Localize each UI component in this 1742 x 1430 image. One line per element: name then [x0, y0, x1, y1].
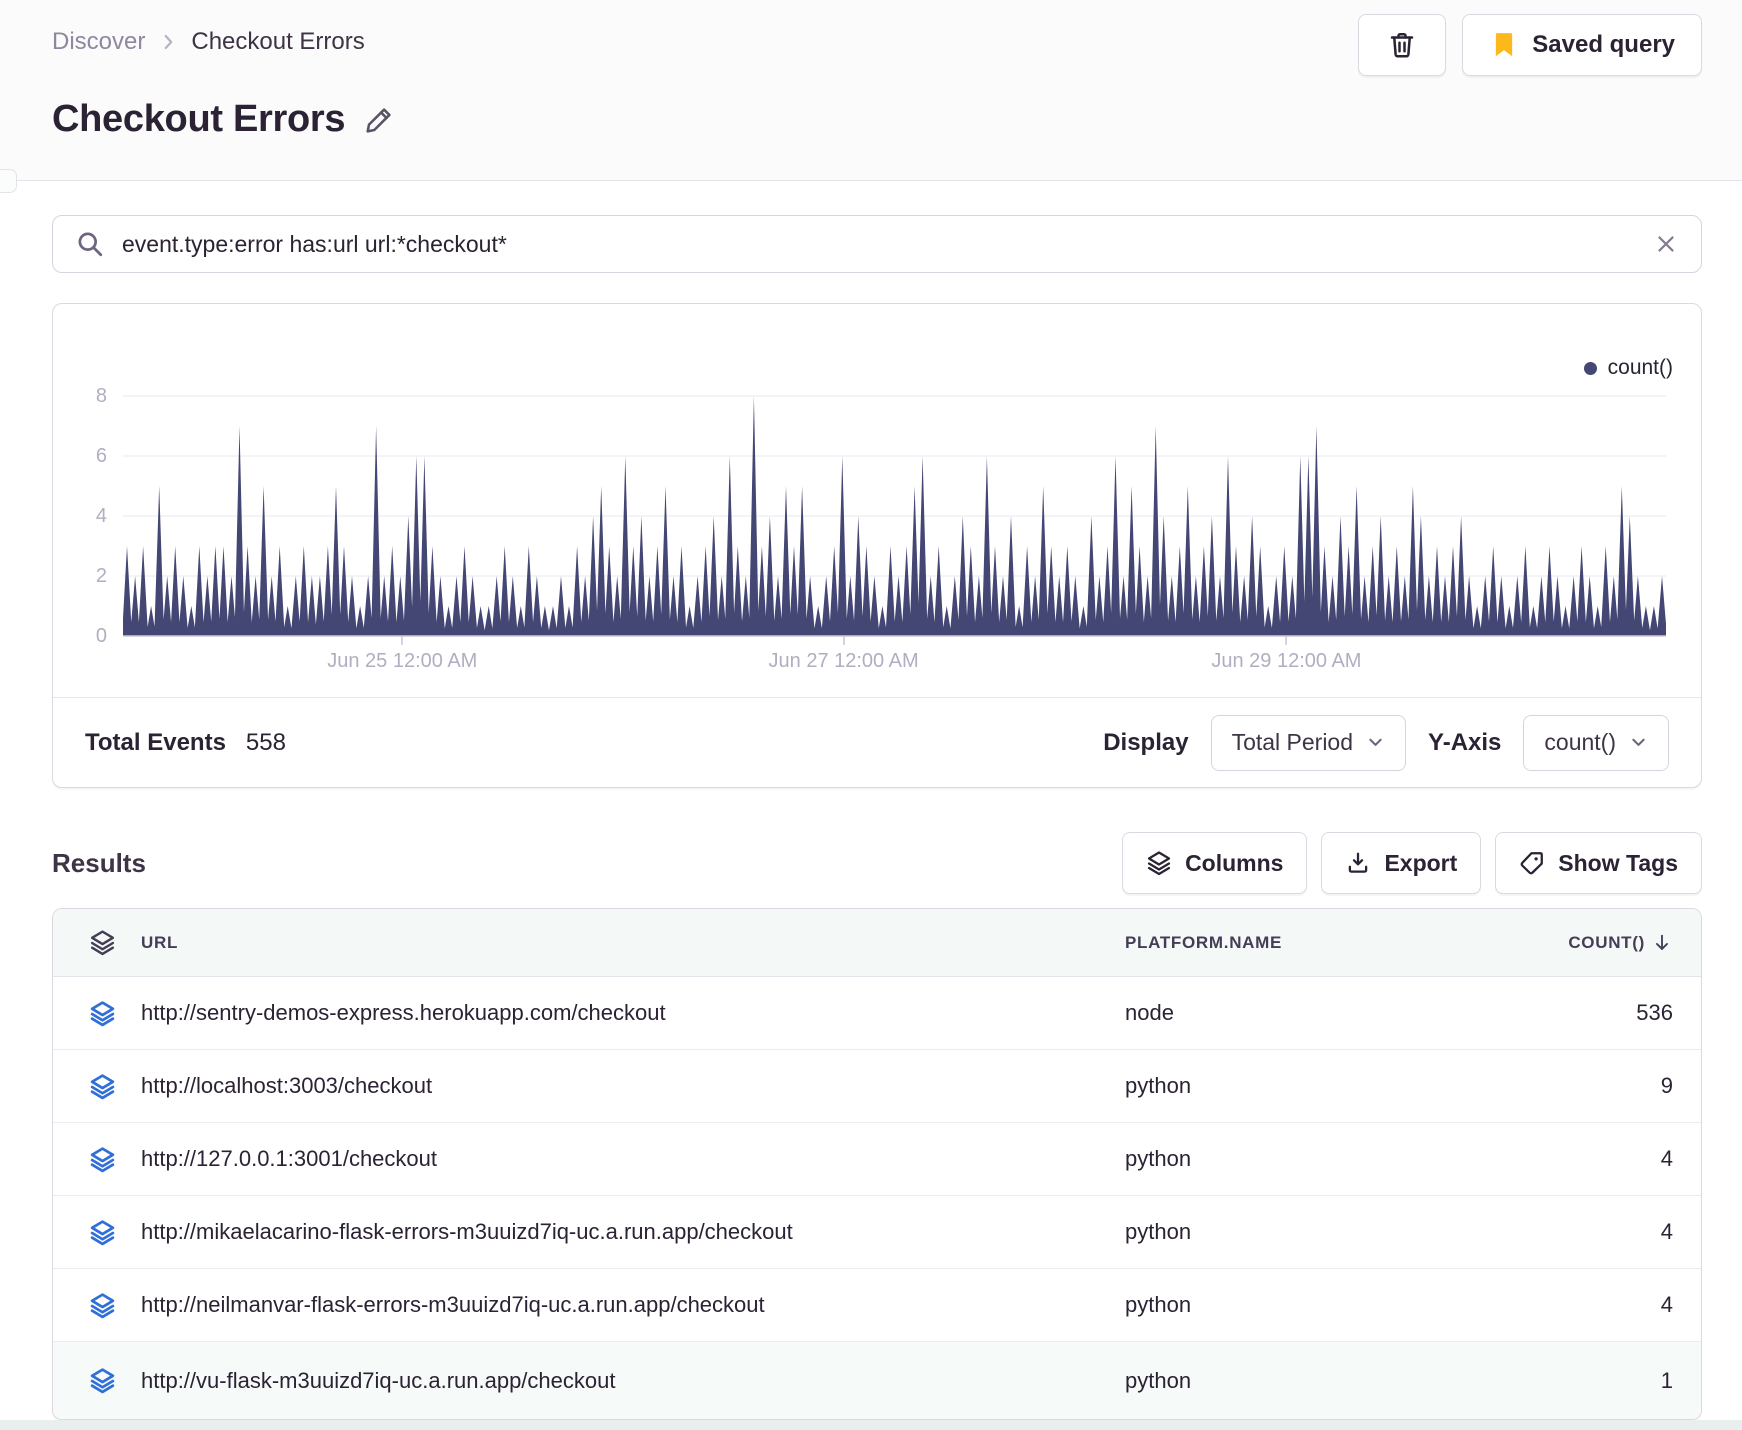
saved-query-label: Saved query — [1532, 31, 1675, 58]
bookmark-icon — [1496, 33, 1513, 57]
chevron-right-icon — [164, 34, 173, 50]
table-row: http://mikaelacarino-flask-errors-m3uuiz… — [53, 1196, 1701, 1269]
display-value: Total Period — [1231, 729, 1354, 755]
y-axis-tick-label: 8 — [95, 385, 107, 407]
display-label: Display — [1103, 728, 1189, 756]
chevron-down-icon — [1632, 738, 1645, 746]
delete-query-button[interactable] — [1358, 14, 1447, 76]
breadcrumb-current: Checkout Errors — [191, 28, 365, 55]
y-axis-tick-label: 0 — [95, 625, 107, 647]
sort-desc-arrow-icon — [1656, 934, 1668, 950]
results-heading: Results — [52, 847, 146, 878]
table-row: http://127.0.0.1:3001/checkout python 4 — [53, 1123, 1701, 1196]
header-actions: Saved query — [1358, 14, 1702, 76]
legend-dot-icon — [1583, 361, 1597, 375]
show-tags-button[interactable]: Show Tags — [1495, 832, 1702, 894]
download-icon — [1349, 852, 1368, 873]
row-url[interactable]: http://neilmanvar-flask-errors-m3uuizd7i… — [141, 1292, 1125, 1318]
page-title: Checkout Errors — [52, 98, 346, 140]
table-row: http://sentry-demos-express.herokuapp.co… — [53, 977, 1701, 1050]
search-icon — [78, 232, 103, 257]
breadcrumb: Discover Checkout Errors — [52, 28, 365, 56]
chart-canvas — [123, 395, 1666, 645]
table-header-row: URL PLATFORM.NAME COUNT() — [53, 909, 1701, 977]
row-drilldown-stack-icon[interactable] — [89, 1292, 141, 1319]
column-header-url[interactable]: URL — [141, 933, 1125, 953]
trash-icon — [1391, 33, 1414, 58]
search-input[interactable] — [120, 229, 1638, 259]
row-platform: python — [1125, 1367, 1192, 1393]
chevron-down-icon — [1369, 738, 1382, 746]
header-stack-icon[interactable] — [89, 929, 141, 956]
row-platform: python — [1125, 1219, 1192, 1244]
row-count: 4 — [1660, 1219, 1673, 1244]
row-count: 4 — [1660, 1146, 1673, 1171]
row-platform: python — [1125, 1146, 1192, 1171]
total-events-value: 558 — [245, 728, 286, 756]
events-chart-panel: count() 0 2 4 6 8 Jun 25 12:00 AM Jun 27 12:00… — [52, 303, 1702, 788]
show-tags-button-label: Show Tags — [1558, 849, 1678, 876]
export-button-label: Export — [1384, 849, 1458, 876]
sidebar-collapse-handle[interactable] — [0, 169, 17, 193]
y-axis-tick-label: 2 — [95, 565, 107, 587]
y-axis-tick-label: 4 — [95, 505, 107, 527]
table-row: http://vu-flask-m3uuizd7iq-uc.a.run.app/… — [53, 1342, 1701, 1419]
search-bar[interactable] — [52, 215, 1702, 273]
results-table: URL PLATFORM.NAME COUNT() http://sentry-… — [52, 908, 1702, 1420]
row-platform: python — [1125, 1292, 1192, 1317]
row-drilldown-stack-icon[interactable] — [89, 1367, 141, 1394]
discover-saved-query-page: Discover Checkout Errors Saved query Che… — [0, 0, 1742, 1420]
stack-layers-icon — [1147, 851, 1171, 876]
export-button[interactable]: Export — [1321, 832, 1482, 894]
row-drilldown-stack-icon[interactable] — [89, 1146, 141, 1173]
table-row: http://localhost:3003/checkout python 9 — [53, 1050, 1701, 1123]
saved-query-button[interactable]: Saved query — [1462, 14, 1702, 76]
row-count: 536 — [1636, 1000, 1673, 1025]
columns-button[interactable]: Columns — [1122, 832, 1308, 894]
columns-button-label: Columns — [1185, 849, 1284, 876]
row-count: 4 — [1660, 1292, 1673, 1317]
y-axis-select[interactable]: count() — [1523, 714, 1669, 771]
x-axis-tick-label: Jun 29 12:00 AM — [1211, 650, 1362, 672]
row-count: 9 — [1660, 1073, 1673, 1098]
display-select[interactable]: Total Period — [1210, 714, 1407, 771]
clear-search-icon[interactable] — [1653, 231, 1679, 257]
chart-footer: Total Events 558 Display Total Period Y-… — [53, 697, 1701, 787]
breadcrumb-discover[interactable]: Discover — [52, 28, 145, 56]
row-count: 1 — [1660, 1367, 1673, 1393]
chart-legend[interactable]: count() — [1583, 356, 1673, 380]
legend-label: count() — [1607, 356, 1673, 379]
x-axis-tick-label: Jun 27 12:00 AM — [768, 650, 919, 672]
results-actions: Columns Export Show Tags — [1122, 832, 1702, 894]
table-body: http://sentry-demos-express.herokuapp.co… — [53, 977, 1701, 1419]
events-chart[interactable]: 0 2 4 6 8 Jun 25 12:00 AM Jun 27 12:00 AM Jun 2… — [53, 304, 1701, 699]
page-header: Discover Checkout Errors Saved query Che… — [0, 0, 1742, 193]
y-axis-tick-label: 6 — [95, 445, 107, 467]
y-axis-label: Y-Axis — [1428, 728, 1502, 756]
row-platform: node — [1125, 1000, 1174, 1025]
x-axis-tick-label: Jun 25 12:00 AM — [327, 650, 478, 672]
row-drilldown-stack-icon[interactable] — [89, 1219, 141, 1246]
edit-title-icon[interactable] — [363, 104, 395, 136]
page-bottom-edge — [0, 1420, 1742, 1430]
tag-icon — [1520, 852, 1544, 875]
row-drilldown-stack-icon[interactable] — [89, 1000, 141, 1027]
count-header-label: COUNT() — [1568, 932, 1645, 952]
row-url[interactable]: http://sentry-demos-express.herokuapp.co… — [141, 1000, 1125, 1026]
row-platform: python — [1125, 1073, 1192, 1098]
table-row: http://neilmanvar-flask-errors-m3uuizd7i… — [53, 1269, 1701, 1342]
y-axis-value: count() — [1544, 729, 1616, 755]
total-events-label: Total Events — [85, 728, 226, 756]
row-url[interactable]: http://localhost:3003/checkout — [141, 1073, 1125, 1099]
row-url[interactable]: http://mikaelacarino-flask-errors-m3uuiz… — [141, 1219, 1125, 1245]
row-drilldown-stack-icon[interactable] — [89, 1073, 141, 1100]
row-url[interactable]: http://vu-flask-m3uuizd7iq-uc.a.run.app/… — [141, 1368, 1125, 1394]
column-header-platform[interactable]: PLATFORM.NAME — [1125, 933, 1453, 953]
column-header-count[interactable]: COUNT() — [1453, 932, 1673, 954]
row-url[interactable]: http://127.0.0.1:3001/checkout — [141, 1146, 1125, 1172]
